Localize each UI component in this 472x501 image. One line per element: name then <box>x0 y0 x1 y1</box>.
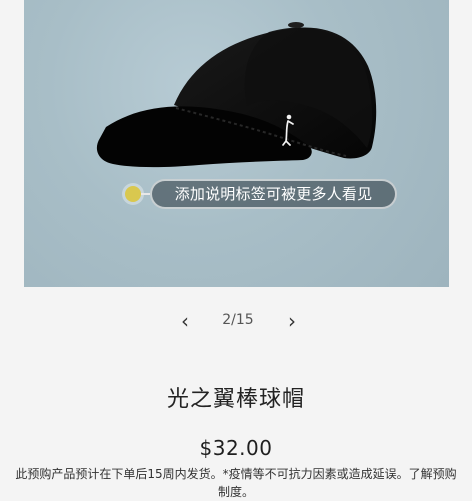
tag-dot-icon[interactable] <box>125 186 141 202</box>
cap-logo-head <box>286 114 292 120</box>
product-title: 光之翼棒球帽 <box>166 387 305 412</box>
tag-prompt[interactable]: 添加说明标签可被更多人看见 <box>150 179 397 209</box>
image-pager: ‹ 2/15 › <box>0 307 472 337</box>
chevron-left-icon[interactable]: ‹ <box>173 309 197 333</box>
product-price: $32.00 <box>199 436 273 460</box>
product-card: 添加说明标签可被更多人看见 ‹ 2/15 › 光之翼棒球帽 $32.00 此预购… <box>0 0 472 501</box>
chevron-right-icon[interactable]: › <box>280 309 304 333</box>
image-counter: 2/15 <box>222 312 254 328</box>
tag-connector <box>141 193 150 195</box>
cap-illustration <box>96 22 377 168</box>
cap-button <box>288 22 304 28</box>
product-photo[interactable]: 添加说明标签可被更多人看见 <box>24 0 449 287</box>
preorder-note: 此预购产品预计在下单后15周内发货。*疫情等不可抗力因素或造成延误。了解预购制度… <box>15 467 457 499</box>
